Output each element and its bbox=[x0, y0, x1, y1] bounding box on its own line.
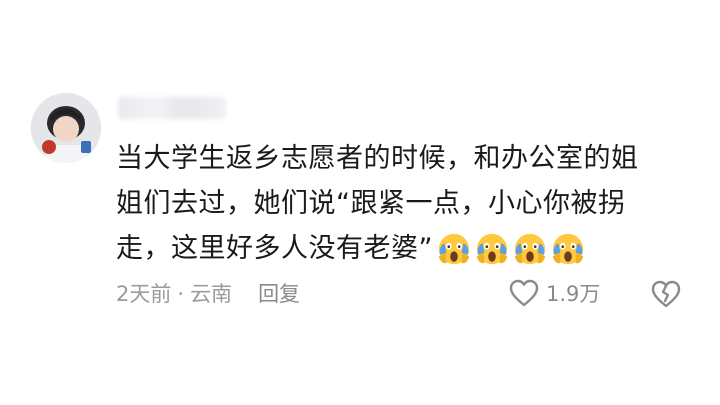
comment-meta: 2天前 · 云南 回复 bbox=[116, 279, 300, 308]
like-count: 1.9万 bbox=[546, 282, 601, 306]
dislike-button[interactable] bbox=[650, 278, 682, 310]
comment-text-line: 当大学生返乡志愿者的时候，和办公室的姐 bbox=[116, 143, 639, 174]
username-blurred[interactable] bbox=[118, 97, 226, 119]
comment-text-line: 姐们去过，她们说“跟紧一点，小心你被拐 bbox=[116, 188, 626, 219]
comment-item: 当大学生返乡志愿者的时候，和办公室的姐 姐们去过，她们说“跟紧一点，小心你被拐 … bbox=[0, 0, 720, 405]
broken-heart-icon bbox=[651, 280, 681, 308]
comment-text: 当大学生返乡志愿者的时候，和办公室的姐 姐们去过，她们说“跟紧一点，小心你被拐 … bbox=[116, 136, 676, 280]
avatar[interactable] bbox=[31, 93, 101, 163]
comment-text-line: 走，这里好多人没有老婆” bbox=[116, 226, 676, 280]
reply-button[interactable]: 回复 bbox=[258, 282, 300, 306]
scream-emoji-icon bbox=[552, 233, 584, 265]
heart-outline-icon bbox=[509, 279, 539, 307]
emoji-group bbox=[437, 232, 589, 280]
meta-separator: · bbox=[177, 282, 185, 306]
comment-time: 2天前 bbox=[116, 282, 172, 306]
scream-emoji-icon bbox=[438, 233, 470, 265]
scream-emoji-icon bbox=[514, 233, 546, 265]
comment-text-line-end: 走，这里好多人没有老婆” bbox=[116, 233, 433, 264]
comment-location: 云南 bbox=[190, 282, 233, 306]
scream-emoji-icon bbox=[476, 233, 508, 265]
like-button[interactable]: 1.9万 bbox=[508, 277, 600, 309]
